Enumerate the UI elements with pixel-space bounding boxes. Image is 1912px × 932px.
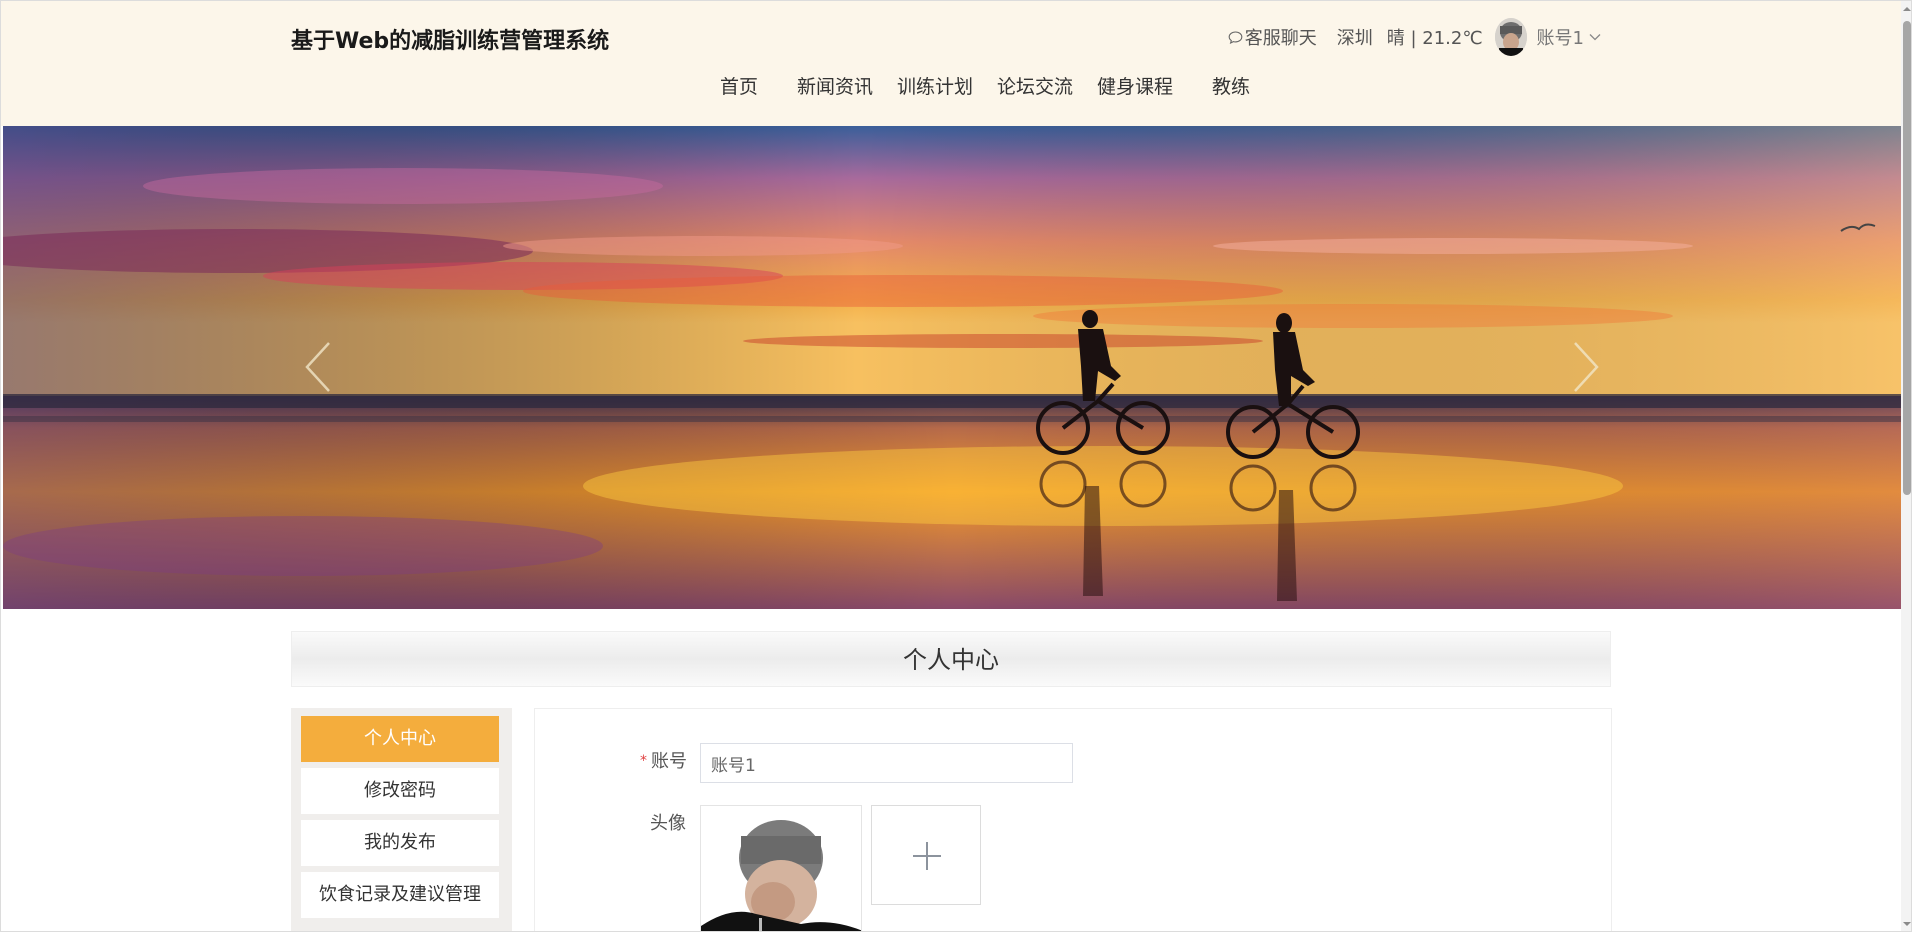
- top-bar: 客服聊天 深圳晴 | 21.2℃ 账号1: [1228, 18, 1601, 56]
- header: 基于Web的减脂训练营管理系统 客服聊天 深圳晴 | 21.2℃ 账号1 首页 …: [1, 1, 1901, 126]
- user-menu[interactable]: 账号1: [1537, 24, 1601, 50]
- chevron-down-icon: [1589, 34, 1601, 41]
- account-input[interactable]: [700, 743, 1073, 783]
- nav-item-coach[interactable]: 教练: [1212, 71, 1250, 103]
- chat-label: 客服聊天: [1244, 28, 1317, 49]
- page: 基于Web的减脂训练营管理系统 客服聊天 深圳晴 | 21.2℃ 账号1 首页 …: [0, 0, 1912, 932]
- avatar[interactable]: [1494, 18, 1527, 56]
- weather-detail: 晴 | 21.2℃: [1386, 28, 1483, 49]
- avatar-preview: [700, 805, 862, 931]
- avatar-label: 头像: [650, 813, 686, 834]
- account-label: * 账号: [640, 747, 687, 773]
- nav-item-home[interactable]: 首页: [720, 71, 758, 103]
- username: 账号1: [1536, 28, 1584, 49]
- side-item-diet-records[interactable]: 饮食记录及建议管理: [301, 872, 499, 918]
- scrollbar-thumb[interactable]: [1903, 21, 1911, 495]
- profile-form: *账号 头像: [534, 708, 1612, 931]
- side-item-my-posts[interactable]: 我的发布: [301, 820, 499, 866]
- side-menu: 个人中心 修改密码 我的发布 饮食记录及建议管理: [291, 708, 512, 931]
- nav-item-training-plan[interactable]: 训练计划: [897, 71, 973, 103]
- nav-item-news[interactable]: 新闻资讯: [797, 71, 873, 103]
- banner-carousel: [3, 126, 1901, 609]
- chevron-right-icon[interactable]: [1571, 341, 1601, 393]
- chat-bubble-icon: [1228, 30, 1243, 44]
- required-mark: *: [640, 753, 647, 769]
- scroll-down-icon[interactable]: [1902, 919, 1912, 929]
- page-title: 个人中心: [903, 646, 999, 674]
- banner-image: [3, 126, 1901, 609]
- account-label-text: 账号: [651, 751, 687, 772]
- plus-icon: [913, 842, 941, 870]
- nav-item-forum[interactable]: 论坛交流: [997, 71, 1073, 103]
- customer-chat-link[interactable]: 客服聊天: [1228, 24, 1317, 50]
- site-title: 基于Web的减脂训练营管理系统: [291, 29, 610, 54]
- chevron-left-icon[interactable]: [303, 341, 333, 393]
- weather-city: 深圳: [1336, 28, 1373, 49]
- section-header: 个人中心: [291, 631, 1611, 687]
- weather-info: 深圳晴 | 21.2℃: [1337, 24, 1483, 50]
- main-nav: 首页 新闻资讯 训练计划 论坛交流 健身课程 教练: [1, 71, 1901, 103]
- avatar-upload-button[interactable]: [871, 805, 981, 905]
- side-item-personal-center[interactable]: 个人中心: [301, 716, 499, 762]
- scroll-up-icon[interactable]: [1902, 4, 1912, 14]
- nav-item-courses[interactable]: 健身课程: [1097, 71, 1173, 103]
- side-item-change-password[interactable]: 修改密码: [301, 768, 499, 814]
